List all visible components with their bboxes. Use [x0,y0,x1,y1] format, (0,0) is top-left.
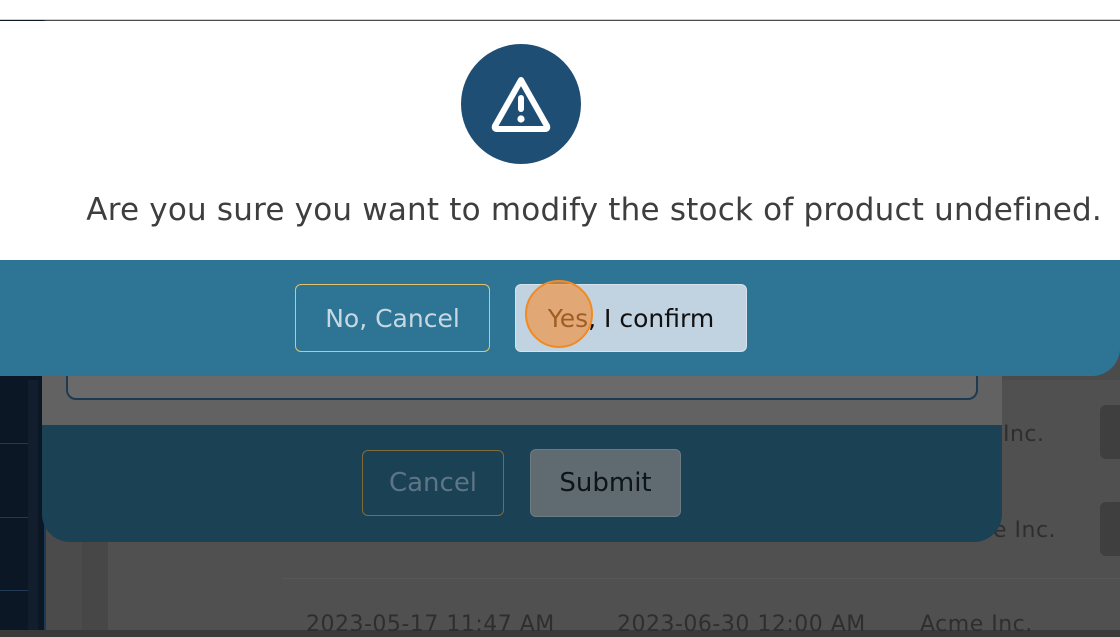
table-cell-expires: 2023-06-30 12:00 AM [617,612,866,637]
yes-confirm-button[interactable]: Yes, I confirm [515,284,747,352]
no-cancel-button[interactable]: No, Cancel [295,284,490,352]
sidebar-scrollbar[interactable] [28,380,38,630]
sidebar-divider [0,443,28,444]
warning-triangle-icon [491,77,551,132]
confirm-message: Are you sure you want to modify the stoc… [86,192,1102,228]
sidebar-divider [0,590,28,591]
row-action-button[interactable] [1100,405,1120,459]
header-strip [0,0,1120,20]
row-action-button[interactable] [1100,502,1120,556]
cancel-button[interactable]: Cancel [362,450,504,516]
sidebar-divider [0,517,28,518]
table-cell-company: Acme Inc. [920,612,1033,637]
warning-icon-circle [461,44,581,164]
table-cell-company: e Inc. [993,518,1057,543]
stock-modal-footer: Cancel Submit [42,425,1002,542]
confirm-dialog: Are you sure you want to modify the stoc… [0,21,1120,376]
confirm-dialog-content: Are you sure you want to modify the stoc… [0,21,1120,260]
submit-button[interactable]: Submit [530,449,681,517]
table-cell-company: Inc. [1003,422,1045,447]
confirm-dialog-footer: No, Cancel Yes, I confirm [0,260,1120,376]
table-cell-created: 2023-05-17 11:47 AM [306,612,555,637]
